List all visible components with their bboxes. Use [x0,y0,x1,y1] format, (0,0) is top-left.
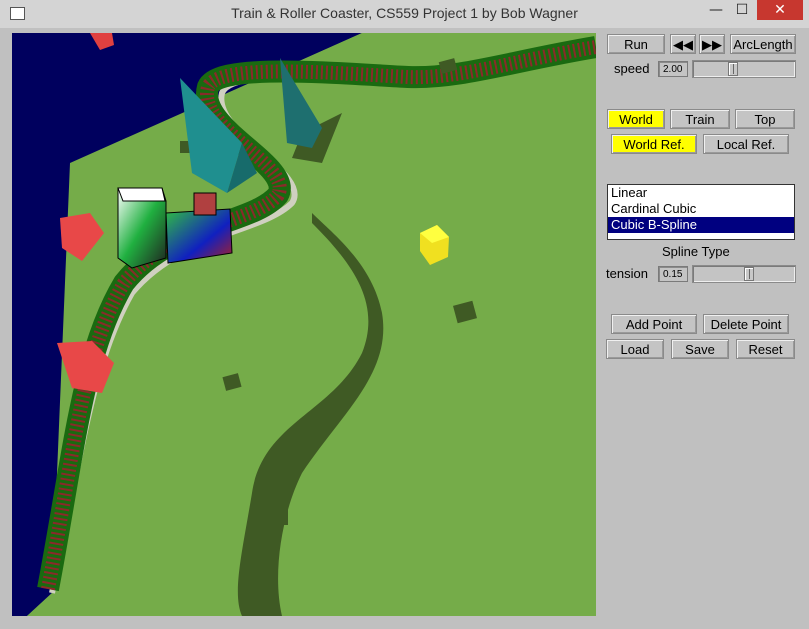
shadow-block [274,505,288,525]
world-ref-button[interactable]: World Ref. [611,134,697,154]
delete-point-button[interactable]: Delete Point [703,314,789,334]
train-car [165,208,233,264]
train-smokestack [193,192,217,216]
run-button[interactable]: Run [607,34,665,54]
fast-forward-button[interactable]: ▶▶ [699,34,725,54]
arclength-button[interactable]: ArcLength [730,34,796,54]
close-button[interactable]: ✕ [757,0,803,20]
load-button[interactable]: Load [606,339,664,359]
spline-option-cardinal-cubic[interactable]: Cardinal Cubic [608,201,794,217]
add-point-button[interactable]: Add Point [611,314,697,334]
tension-label: tension [606,266,648,281]
speed-slider-thumb[interactable] [728,62,738,76]
local-ref-button[interactable]: Local Ref. [703,134,789,154]
tension-slider-thumb[interactable] [744,267,754,281]
tension-value: 0.15 [658,266,688,282]
speed-slider[interactable] [692,60,796,78]
spline-option-linear[interactable]: Linear [608,185,794,201]
minimize-button[interactable]: — [707,0,725,20]
speed-label: speed [614,61,650,76]
view-top-button[interactable]: Top [735,109,795,129]
save-button[interactable]: Save [671,339,729,359]
view-world-button[interactable]: World [607,109,665,129]
window-titlebar: Train & Roller Coaster, CS559 Project 1 … [0,0,809,29]
speed-value: 2.00 [658,61,688,77]
reset-button[interactable]: Reset [736,339,795,359]
spline-option-cubic-b-spline[interactable]: Cubic B-Spline [608,217,794,233]
scene-canvas [12,33,596,616]
scene-viewport[interactable] [12,33,596,616]
view-train-button[interactable]: Train [670,109,730,129]
tension-slider[interactable] [692,265,796,283]
spline-type-list[interactable]: Linear Cardinal Cubic Cubic B-Spline [607,184,795,240]
maximize-button[interactable]: ☐ [733,0,751,20]
train-engine-roof [117,187,166,202]
spline-type-caption: Spline Type [662,244,730,259]
rewind-button[interactable]: ◀◀ [670,34,696,54]
window-title: Train & Roller Coaster, CS559 Project 1 … [231,5,578,21]
